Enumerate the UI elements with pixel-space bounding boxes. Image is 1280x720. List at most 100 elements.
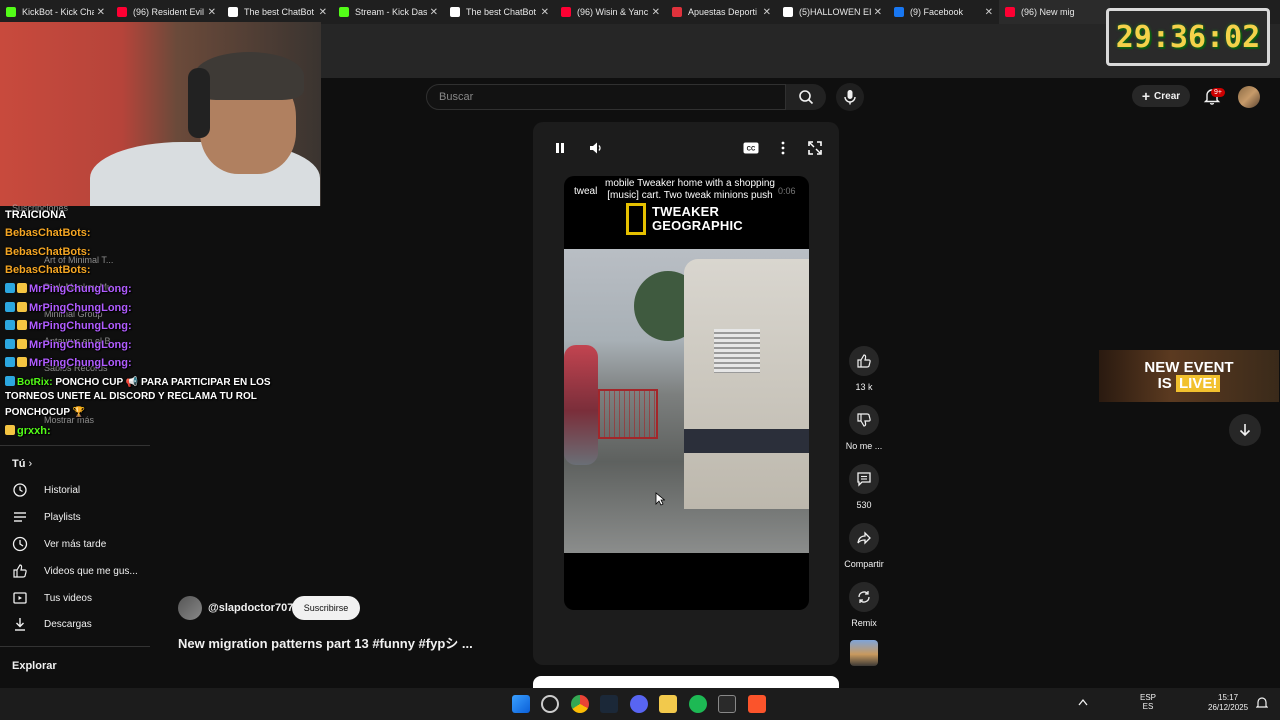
subscriber-badge-icon	[5, 320, 15, 330]
account-avatar[interactable]	[1238, 86, 1260, 108]
search-input[interactable]: Buscar	[426, 84, 786, 110]
notification-bell-icon[interactable]	[1256, 696, 1268, 710]
share-label: Compartir	[844, 559, 884, 569]
chevron-right-icon: ›	[28, 458, 33, 470]
chat-username: MrPingChungLong:	[29, 320, 132, 332]
tab-title: (9) Facebook	[910, 7, 964, 17]
windows-start-icon[interactable]	[512, 695, 530, 713]
tiktok-favicon-icon	[783, 7, 793, 17]
sidebar-item-label: Ver más tarde	[44, 538, 107, 550]
chat-username: TRAICIONA	[5, 209, 67, 221]
discord-icon[interactable]	[630, 695, 648, 713]
dislike-button[interactable]: No me ...	[844, 405, 884, 451]
dislike-button-circle[interactable]	[849, 405, 879, 435]
language-indicator[interactable]: ESP ES	[1140, 693, 1156, 711]
volume-button[interactable]	[585, 137, 607, 159]
close-tab-icon[interactable]: ✕	[97, 7, 105, 18]
browser-tab[interactable]: KickBot - Kick Cha ✕	[0, 0, 111, 24]
video-rv-trailer	[684, 259, 809, 509]
share-button-circle[interactable]	[849, 523, 879, 553]
file-explorer-icon[interactable]	[659, 695, 677, 713]
like-button[interactable]: 13 k	[844, 346, 884, 392]
playlist-icon	[12, 509, 28, 525]
browser-tab-active[interactable]: (96) New mig	[999, 0, 1110, 24]
close-tab-icon[interactable]: ✕	[430, 7, 438, 18]
close-tab-icon[interactable]: ✕	[541, 7, 549, 18]
sidebar-item-your-videos[interactable]: Tus videos	[12, 588, 92, 608]
chatbot-favicon-icon	[228, 7, 238, 17]
spotify-icon[interactable]	[689, 695, 707, 713]
new-event-banner: NEW EVENT IS LIVE!	[1099, 350, 1279, 402]
captions-button[interactable]: CC	[740, 137, 762, 159]
chevron-up-icon[interactable]	[1078, 698, 1088, 706]
browser-tab[interactable]: (96) Wisin & Yanc ✕	[555, 0, 666, 24]
search-button[interactable]	[786, 84, 826, 110]
more-options-button[interactable]	[772, 137, 794, 159]
chrome-icon[interactable]	[571, 695, 589, 713]
browser-tab[interactable]: The best ChatBot ✕	[222, 0, 333, 24]
comments-button[interactable]: 530	[844, 464, 884, 510]
logo-line: TWEAKER	[652, 204, 720, 219]
short-title[interactable]: New migration patterns part 13 #funny #f…	[178, 633, 473, 652]
close-tab-icon[interactable]: ✕	[208, 7, 216, 18]
tab-title: (96) Resident Evil	[133, 7, 205, 17]
browser-tab[interactable]: Apuestas Deporti ✕	[666, 0, 777, 24]
remix-button-circle[interactable]	[849, 582, 879, 612]
channel-avatar[interactable]	[178, 596, 202, 620]
create-label: Crear	[1154, 90, 1181, 102]
sidebar-item-history[interactable]: Historial	[12, 480, 80, 500]
more-vertical-icon	[781, 141, 785, 155]
history-icon	[12, 482, 28, 498]
chat-username: BotRix:	[17, 377, 53, 388]
share-button[interactable]: Compartir	[844, 523, 884, 569]
comments-button-circle[interactable]	[849, 464, 879, 494]
chat-message: TRAICIONA	[5, 209, 66, 221]
close-tab-icon[interactable]: ✕	[652, 7, 660, 18]
remix-button[interactable]: Remix	[844, 582, 884, 628]
sidebar-item-label: Tus videos	[44, 592, 92, 604]
browser-tab[interactable]: Stream - Kick Das ✕	[333, 0, 444, 24]
close-tab-icon[interactable]: ✕	[763, 7, 771, 18]
browser-tab[interactable]: (5)HALLOWEN EI ✕	[777, 0, 888, 24]
taskbar-clock[interactable]: 15:17 26/12/2025	[1208, 693, 1248, 713]
sidebar-item-watch-later[interactable]: Ver más tarde	[12, 534, 106, 554]
pause-button[interactable]	[549, 137, 571, 159]
fullscreen-button[interactable]	[804, 137, 826, 159]
voice-search-button[interactable]	[836, 83, 864, 111]
epic-games-icon[interactable]	[718, 695, 736, 713]
sidebar-item-downloads[interactable]: Descargas	[12, 614, 92, 634]
browser-tab[interactable]: The best ChatBot ✕	[444, 0, 555, 24]
next-short-button[interactable]	[1229, 414, 1261, 446]
browser-tab[interactable]: (96) Resident Evil ✕	[111, 0, 222, 24]
youtube-favicon-icon	[1005, 7, 1015, 17]
sidebar-item-playlists[interactable]: Playlists	[12, 507, 81, 527]
create-button[interactable]: + Crear	[1132, 85, 1190, 107]
steam-icon[interactable]	[600, 695, 618, 713]
short-video[interactable]	[564, 176, 809, 610]
rv-window	[714, 329, 760, 373]
verified-badge-icon	[17, 339, 27, 349]
search-icon	[799, 90, 814, 105]
close-tab-icon[interactable]: ✕	[319, 7, 327, 18]
brave-icon[interactable]	[748, 695, 766, 713]
browser-tab[interactable]: (9) Facebook ✕	[888, 0, 999, 24]
event-line: NEW EVENT	[1144, 359, 1234, 376]
dislike-label: No me ...	[845, 441, 883, 451]
verified-badge-icon	[17, 320, 27, 330]
channel-name[interactable]: @slapdoctor707	[208, 602, 293, 614]
caption-fragment: tweal	[574, 186, 598, 197]
close-tab-icon[interactable]: ✕	[985, 7, 993, 18]
sidebar-item-liked-videos[interactable]: Videos que me gus...	[12, 561, 138, 581]
close-tab-icon[interactable]: ✕	[874, 7, 882, 18]
clock-time: 15:17	[1218, 693, 1239, 702]
chat-message: MrPingChungLong:	[5, 302, 132, 314]
app-icon[interactable]	[541, 695, 559, 713]
sidebar-you-heading[interactable]: Tú ›	[12, 458, 32, 470]
sound-thumbnail[interactable]	[850, 640, 878, 666]
subscribe-button[interactable]: Suscribirse	[292, 596, 360, 620]
like-button-circle[interactable]	[849, 346, 879, 376]
chat-message: MrPingChungLong:	[5, 320, 132, 332]
comment-icon	[857, 472, 871, 487]
betting-favicon-icon	[672, 7, 682, 17]
event-is: IS	[1157, 375, 1172, 392]
